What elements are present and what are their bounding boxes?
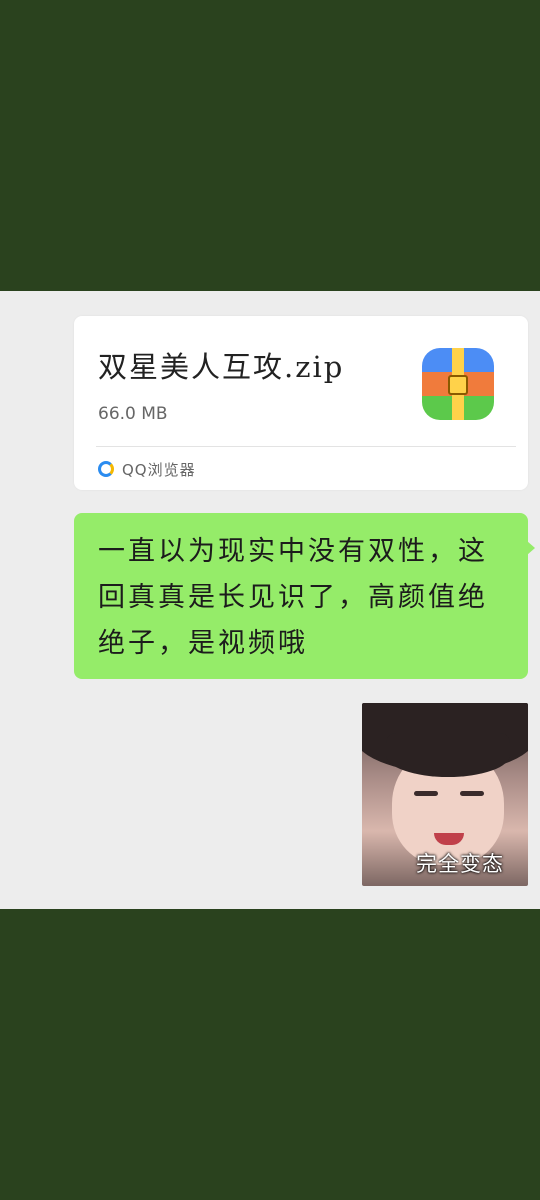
zip-archive-icon bbox=[422, 348, 494, 420]
text-message-bubble[interactable]: 一直以为现实中没有双性，这回真真是长见识了，高颜值绝绝子，是视频哦 bbox=[74, 513, 535, 679]
source-label: QQ浏览器 bbox=[122, 460, 196, 479]
file-source: QQ浏览器 bbox=[98, 458, 196, 480]
file-message-card[interactable]: 双星美人互攻.zip 66.0 MB QQ浏览器 bbox=[74, 316, 528, 490]
file-name: 双星美人互攻.zip bbox=[98, 350, 345, 384]
chat-area: 双星美人互攻.zip 66.0 MB QQ浏览器 一直以为现实中没有双性，这回真… bbox=[0, 291, 540, 909]
message-text: 一直以为现实中没有双性，这回真真是长见识了，高颜值绝绝子，是视频哦 bbox=[98, 536, 488, 659]
file-size: 66.0 MB bbox=[98, 404, 168, 424]
sticker-caption: 完全变态 bbox=[416, 852, 504, 876]
bubble-tail bbox=[527, 541, 535, 555]
sticker-image[interactable]: 完全变态 bbox=[362, 703, 528, 886]
qq-browser-icon bbox=[98, 461, 114, 477]
card-divider bbox=[96, 446, 516, 447]
